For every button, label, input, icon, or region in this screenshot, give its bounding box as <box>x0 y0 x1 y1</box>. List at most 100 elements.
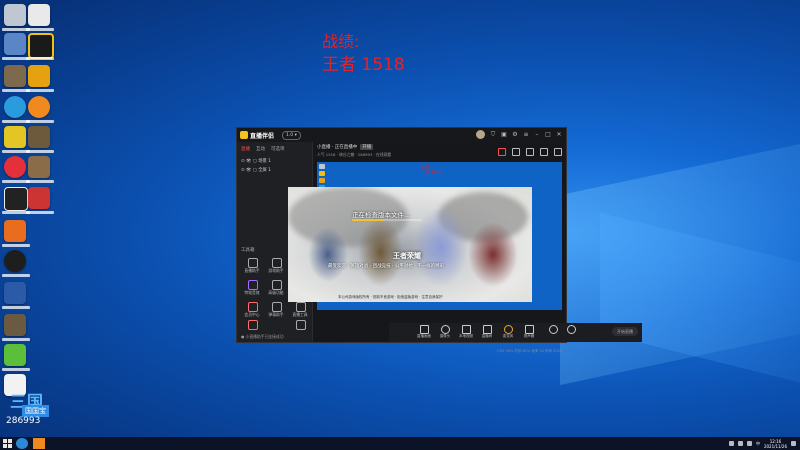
desktop-icon-label <box>2 244 30 247</box>
gift-icon[interactable]: ▣ <box>501 131 507 138</box>
maximize-icon[interactable]: □ <box>545 131 551 138</box>
microphone-button[interactable]: 麦克风 <box>498 325 518 340</box>
hero-art <box>308 227 348 282</box>
tab-live[interactable]: 直播 <box>241 146 250 152</box>
connection-status: ● 小直播助手已连接成功 <box>241 334 284 339</box>
tool-icon <box>296 302 306 312</box>
camera-button[interactable]: 摄像头 <box>435 325 455 340</box>
network-icon[interactable] <box>737 441 743 446</box>
scene-item[interactable]: ⊙ 👁 ▢ 全屏 1 <box>241 167 271 173</box>
scene-tabs: 直播 互动 可选项 <box>241 146 285 152</box>
windows-logo-icon <box>8 439 12 443</box>
desktop-icon[interactable] <box>4 282 26 304</box>
taskbar-app-stream[interactable] <box>33 438 45 449</box>
desktop-icon[interactable] <box>28 4 50 26</box>
tool-live-tools[interactable]: 直播工具 <box>289 302 311 320</box>
desktop-icon[interactable] <box>4 250 26 272</box>
lang-indicator[interactable]: 中 <box>756 441 760 446</box>
room-button[interactable]: 直播间 <box>477 325 497 340</box>
tool-game-assistant[interactable]: 游戏助手 <box>265 258 287 276</box>
desktop-icon-label <box>2 338 30 341</box>
video-icon <box>462 325 471 334</box>
share-icon[interactable] <box>526 148 534 156</box>
desktop-icon[interactable] <box>28 126 50 148</box>
desktop-icon[interactable] <box>4 65 26 87</box>
start-live-button[interactable]: 开始直播 <box>612 327 638 336</box>
tool-extra[interactable] <box>289 320 311 338</box>
tool-danmaku[interactable]: 弹幕助手 <box>265 302 287 320</box>
desktop-icon[interactable] <box>28 33 54 59</box>
desktop-icon[interactable] <box>28 187 50 209</box>
camera-icon <box>441 325 450 334</box>
desktop-icons <box>0 0 60 440</box>
desktop-icon[interactable] <box>4 96 26 118</box>
app-logo-icon <box>240 131 248 139</box>
toolbox-title: 工具箱 <box>241 248 255 253</box>
desktop-icon[interactable] <box>4 187 28 211</box>
app-titlebar: 直播伴侣 1.0 ▾ ⛉ ▣ ⚙ ≡ – □ ✕ <box>237 128 566 142</box>
screen-capture-button[interactable]: 直播画面 <box>414 325 434 340</box>
game-logo: 王者荣耀 <box>393 252 421 260</box>
desktop-icon[interactable] <box>4 33 26 55</box>
titlebar-controls: ⛉ ▣ ⚙ ≡ – □ ✕ <box>476 130 562 139</box>
clock[interactable]: 12:16 2021/11/26 <box>764 439 787 449</box>
desktop-icon[interactable] <box>28 96 50 118</box>
record-icon[interactable] <box>498 148 506 156</box>
desktop-icon[interactable] <box>4 314 26 336</box>
start-button[interactable] <box>3 439 12 448</box>
tool-effects[interactable]: 特效音效 <box>241 280 263 298</box>
loading-status-text: 正在检查版本文件... <box>352 211 411 219</box>
tool-label: 高级功能 <box>268 290 284 295</box>
version-dropdown[interactable]: 1.0 ▾ <box>282 131 301 140</box>
tool-advanced[interactable]: 高级功能 <box>265 280 287 298</box>
shield-icon[interactable]: ⛉ <box>490 131 496 138</box>
desktop-icon-label <box>26 150 54 153</box>
overlay-score: 王者 1518 <box>322 55 405 75</box>
tool-label: 直播工具 <box>292 312 308 317</box>
preview-overlay-score: 王者 1518 <box>421 170 442 175</box>
room-title: 小直播 · 正在直播中 开播 <box>317 144 374 150</box>
settings-button[interactable] <box>561 325 581 340</box>
avatar[interactable] <box>476 130 485 139</box>
tool-icon <box>248 320 258 330</box>
tab-options[interactable]: 可选项 <box>271 146 285 152</box>
desktop-icon[interactable] <box>4 220 26 242</box>
notification-icon[interactable] <box>791 441 796 446</box>
speaker-button[interactable]: 扬声器 <box>519 325 539 340</box>
desktop-icon[interactable] <box>4 4 26 26</box>
gear-icon <box>567 325 576 334</box>
close-icon[interactable]: ✕ <box>556 131 562 138</box>
layout-icon[interactable] <box>554 148 562 156</box>
windows-logo-icon <box>8 444 12 448</box>
desktop-icon[interactable] <box>28 65 50 87</box>
taskbar-app-edge[interactable] <box>16 438 28 449</box>
record-icon <box>549 325 558 334</box>
desktop-icon[interactable] <box>4 126 26 148</box>
game-loading-window[interactable]: 正在检查版本文件... 王者荣耀 最受欢迎 · 英雄对战 · 团战竞技 · 公平… <box>288 187 532 302</box>
game-tagline: 最受欢迎 · 英雄对战 · 团战竞技 · 公平对抗 · 不一样的精彩 <box>328 264 445 269</box>
minimize-icon[interactable]: – <box>534 131 540 138</box>
play-icon <box>483 325 492 334</box>
tool-live-assistant[interactable]: 直播助手 <box>241 258 263 276</box>
tool-member[interactable]: 会员中心 <box>241 302 263 320</box>
chevron-up-icon[interactable] <box>728 441 734 446</box>
desktop-icon-label <box>26 120 54 123</box>
watermark-number: 286993 <box>6 416 41 426</box>
screenshot-icon[interactable] <box>512 148 520 156</box>
desktop-icon[interactable] <box>4 156 26 178</box>
volume-icon[interactable] <box>746 441 752 446</box>
loading-progress-bar <box>352 219 422 221</box>
local-video-button[interactable]: 本地视频 <box>456 325 476 340</box>
desktop-icon[interactable] <box>28 156 50 178</box>
menu-icon[interactable]: ≡ <box>523 131 529 138</box>
scene-item[interactable]: ⊙ 👁 ▢ 场景 1 <box>241 158 271 164</box>
source-toolbar: 直播画面 摄像头 本地视频 直播间 麦克风 扬声器 开始直播 <box>389 323 642 342</box>
notification-icon[interactable] <box>540 148 548 156</box>
recording-toggle[interactable] <box>543 325 563 340</box>
system-tray: 中 12:16 2021/11/26 <box>728 437 796 450</box>
tab-interact[interactable]: 互动 <box>256 146 265 152</box>
microphone-icon <box>504 325 513 334</box>
settings-icon[interactable]: ⚙ <box>512 131 518 138</box>
hero-art <box>468 222 518 287</box>
desktop-icon[interactable] <box>4 344 26 366</box>
